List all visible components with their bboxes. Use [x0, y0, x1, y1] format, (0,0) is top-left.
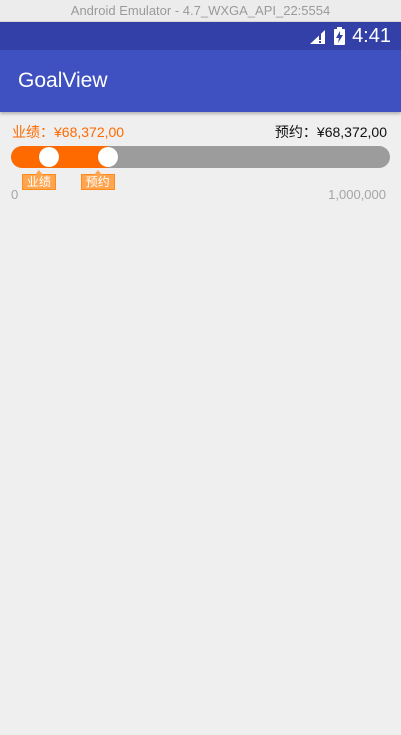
status-bar: 4:41: [0, 22, 401, 50]
achieved-amount-label: 业绩：¥68,372,00: [12, 124, 125, 140]
goal-progress-track: [11, 146, 390, 168]
battery-charging-icon: [334, 27, 345, 45]
scale-max-label: 1,000,000: [328, 187, 386, 202]
status-time: 4:41: [352, 25, 391, 47]
window-title: Android Emulator - 4.7_WXGA_API_22:5554: [70, 3, 331, 18]
signal-icon: [310, 30, 325, 44]
achieved-tag: 业绩: [21, 170, 56, 190]
scale-min-label: 0: [11, 187, 19, 202]
booked-tag: 预约: [80, 170, 115, 190]
emulator-window: Android Emulator - 4.7_WXGA_API_22:5554 …: [0, 0, 401, 735]
booked-amount-label: 预约：¥68,372,00: [274, 124, 387, 140]
app-title: GoalView: [18, 69, 108, 92]
app-bar: GoalView: [0, 50, 401, 112]
achieved-thumb[interactable]: [38, 147, 59, 167]
booked-thumb[interactable]: [97, 147, 118, 167]
window-titlebar: Android Emulator - 4.7_WXGA_API_22:5554: [0, 0, 401, 22]
goal-progress-fill: [11, 146, 108, 168]
